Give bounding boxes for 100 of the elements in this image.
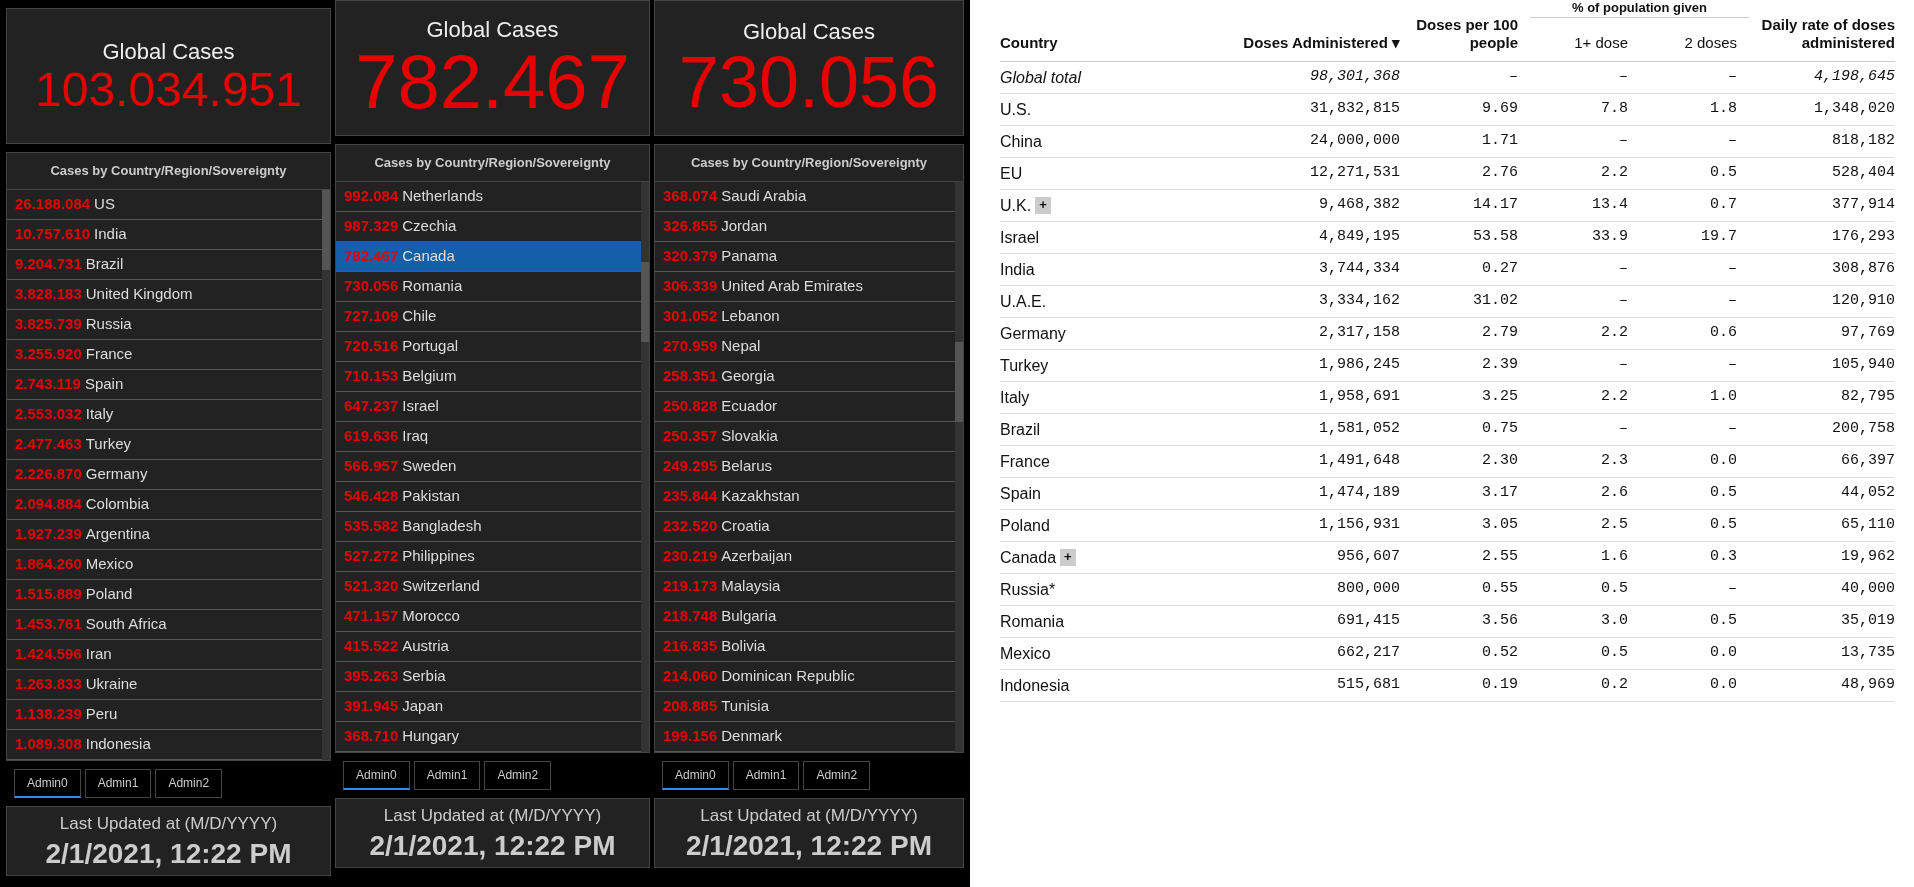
table-cell-text: 65,110 bbox=[1840, 515, 1895, 536]
table-cell-text: 528,404 bbox=[1831, 163, 1895, 184]
table-cell-text: 0.19 bbox=[1481, 675, 1518, 696]
country-name: Mexico bbox=[85, 553, 134, 574]
table-cell-text: 0.0 bbox=[1709, 643, 1737, 664]
table-cell-text: 1.8 bbox=[1709, 99, 1737, 120]
case-count: 782.467 bbox=[344, 245, 399, 266]
admin-tab[interactable]: Admin1 bbox=[84, 768, 152, 798]
country-name: Canada bbox=[402, 245, 455, 266]
table-cell-text: 1,156,931 bbox=[1318, 515, 1400, 536]
table-cell-text: 105,940 bbox=[1831, 355, 1895, 376]
scrollbar[interactable] bbox=[641, 181, 649, 752]
country-name: Bulgaria bbox=[721, 605, 777, 626]
table-cell-text: 53.58 bbox=[1472, 227, 1518, 248]
country-name: Lebanon bbox=[721, 305, 780, 326]
scrollbar[interactable] bbox=[955, 181, 963, 752]
column-header[interactable]: 1+ dose bbox=[1530, 34, 1628, 53]
case-count: 987.329 bbox=[344, 215, 399, 236]
case-count: 26.188.084 bbox=[15, 193, 91, 214]
table-cell-text: 2.76 bbox=[1481, 163, 1518, 184]
country-name: Spain bbox=[84, 373, 124, 394]
case-count: 306.339 bbox=[663, 275, 718, 296]
table-cell-text: 515,681 bbox=[1336, 675, 1400, 696]
case-count: 535.582 bbox=[344, 515, 399, 536]
country-cell-text: Brazil bbox=[1000, 419, 1040, 440]
admin-tab[interactable]: Admin2 bbox=[484, 760, 552, 790]
table-cell-text: 0.52 bbox=[1481, 643, 1518, 664]
country-name: Iraq bbox=[402, 425, 429, 446]
country-row[interactable]: 782.467 Canada bbox=[336, 241, 641, 272]
table-cell-text: 377,914 bbox=[1831, 195, 1895, 216]
table-cell-text: 13,735 bbox=[1840, 643, 1895, 664]
country-cell-text: U.K. bbox=[1000, 195, 1032, 216]
case-count: 1.453.761 bbox=[15, 613, 82, 634]
table-cell-text: – bbox=[1727, 579, 1737, 600]
global-cases-value: 782.467 bbox=[355, 43, 630, 120]
country-name: Ukraine bbox=[85, 673, 138, 694]
country-name: Turkey bbox=[85, 433, 132, 454]
country-name: India bbox=[94, 223, 127, 244]
table-cell-text: 0.27 bbox=[1481, 259, 1518, 280]
expand-button[interactable]: + bbox=[1060, 549, 1076, 566]
table-cell-text: 3,334,162 bbox=[1318, 291, 1400, 312]
expand-button[interactable]: + bbox=[1035, 197, 1051, 214]
column-header[interactable]: Daily rate of doses administered bbox=[1749, 15, 1895, 53]
country-name: Austria bbox=[402, 635, 449, 656]
case-count: 326.855 bbox=[663, 215, 718, 236]
country-name: Iran bbox=[85, 643, 112, 664]
table-cell-text: 2.39 bbox=[1481, 355, 1518, 376]
admin-tab[interactable]: Admin2 bbox=[155, 768, 223, 798]
admin-tab[interactable]: Admin2 bbox=[803, 760, 871, 790]
admin-tab[interactable]: Admin0 bbox=[662, 760, 729, 790]
admin-tab[interactable]: Admin0 bbox=[343, 760, 410, 790]
table-cell-text: – bbox=[1508, 67, 1518, 88]
country-name: South Africa bbox=[85, 613, 167, 634]
table-cell-text: – bbox=[1727, 291, 1737, 312]
country-name: Morocco bbox=[402, 605, 460, 626]
country-name: Italy bbox=[85, 403, 114, 424]
table-cell-text: 3.17 bbox=[1481, 483, 1518, 504]
case-count: 619.636 bbox=[344, 425, 399, 446]
country-name: Denmark bbox=[721, 725, 783, 746]
country-name: Brazil bbox=[85, 253, 124, 274]
admin-tab[interactable]: Admin1 bbox=[732, 760, 800, 790]
case-count: 2.226.870 bbox=[15, 463, 82, 484]
country-name: Russia bbox=[85, 313, 132, 334]
table-cell-text: 13.4 bbox=[1591, 195, 1628, 216]
case-count: 395.263 bbox=[344, 665, 399, 686]
country-name: Belgium bbox=[402, 365, 457, 386]
country-name: Japan bbox=[402, 695, 444, 716]
table-cell-text: 48,969 bbox=[1840, 675, 1895, 696]
last-updated-value: 2/1/2021, 12:22 PM bbox=[45, 837, 292, 871]
table-cell-text: 2.2 bbox=[1600, 163, 1628, 184]
case-count: 546.428 bbox=[344, 485, 399, 506]
table-cell-text: 0.5 bbox=[1709, 163, 1737, 184]
column-header[interactable]: Doses Administered ▾ bbox=[1212, 34, 1400, 53]
country-cell-text: Romania bbox=[1000, 611, 1065, 632]
table-cell-text: 82,795 bbox=[1840, 387, 1895, 408]
table-cell-text: 12,271,531 bbox=[1309, 163, 1400, 184]
column-header[interactable]: Country bbox=[1000, 34, 1200, 53]
case-count: 230.219 bbox=[663, 545, 718, 566]
case-count: 2.553.032 bbox=[15, 403, 82, 424]
table-cell-text: 2.30 bbox=[1481, 451, 1518, 472]
country-name: Croatia bbox=[721, 515, 770, 536]
column-header[interactable]: 2 doses bbox=[1640, 34, 1737, 53]
country-name: Nepal bbox=[721, 335, 761, 356]
case-count: 727.109 bbox=[344, 305, 399, 326]
table-cell-text: 31.02 bbox=[1472, 291, 1518, 312]
admin-tab[interactable]: Admin1 bbox=[413, 760, 481, 790]
last-updated-value: 2/1/2021, 12:22 PM bbox=[686, 829, 932, 863]
case-count: 10.757.610 bbox=[15, 223, 91, 244]
country-name: Saudi Arabia bbox=[721, 185, 807, 206]
table-cell-text: 31,832,815 bbox=[1309, 99, 1400, 120]
table-cell-text: 1,958,691 bbox=[1318, 387, 1400, 408]
scrollbar[interactable] bbox=[322, 189, 330, 760]
case-count: 258.351 bbox=[663, 365, 718, 386]
column-header[interactable]: Doses per 100 people bbox=[1412, 15, 1518, 53]
table-cell-text: 956,607 bbox=[1336, 547, 1400, 568]
country-cell-text: Spain bbox=[1000, 483, 1041, 504]
country-name: Argentina bbox=[85, 523, 150, 544]
country-cell-text: India bbox=[1000, 259, 1035, 280]
admin-tab[interactable]: Admin0 bbox=[14, 768, 81, 798]
case-count: 471.157 bbox=[344, 605, 399, 626]
